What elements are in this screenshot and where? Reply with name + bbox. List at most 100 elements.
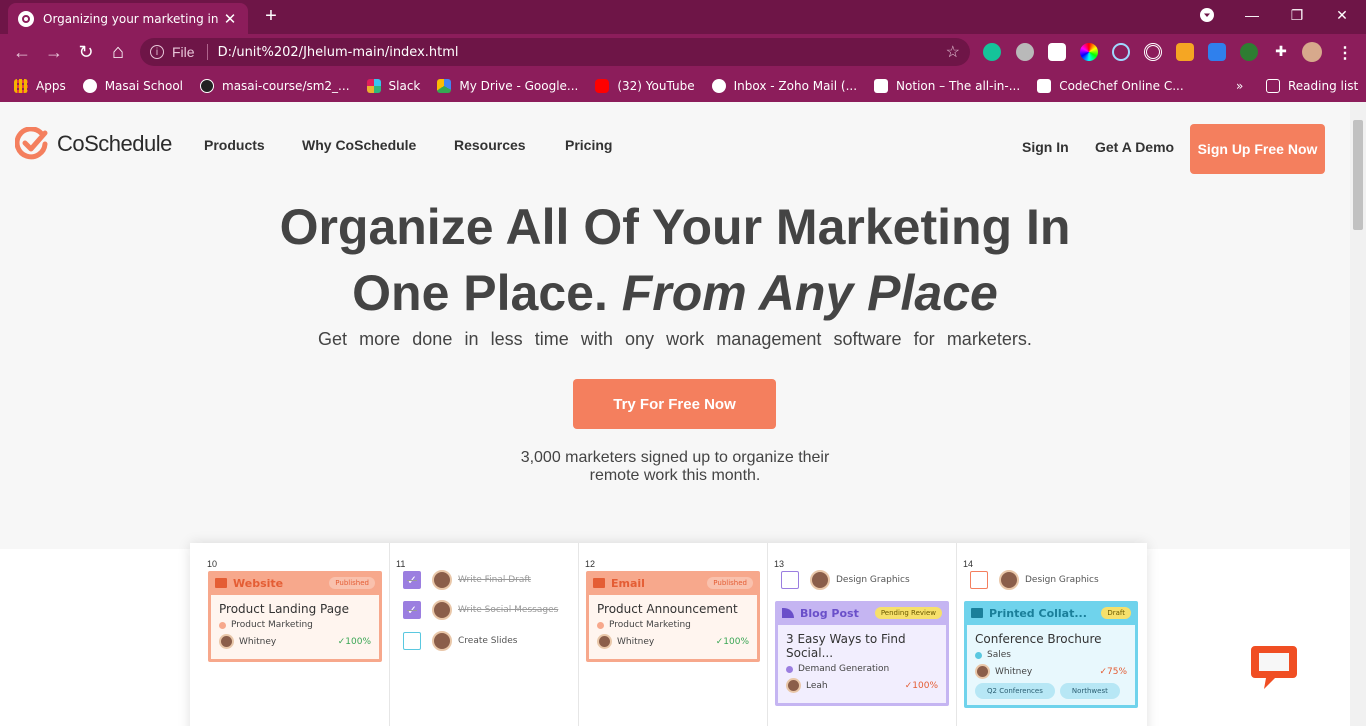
bookmark-label: My Drive - Google... [459,79,579,93]
scrollbar-thumb[interactable] [1353,120,1363,230]
close-window-button[interactable]: ✕ [1322,0,1362,30]
subtitle-word: marketers. [946,329,1032,349]
subtitle-word: time [534,329,569,349]
day-number: 12 [585,559,596,569]
home-button[interactable]: ⌂ [103,41,133,64]
react-devtools-icon[interactable] [1112,43,1130,61]
bookmark-youtube[interactable]: (32) YouTube [595,79,695,93]
task-label: Design Graphics [1025,575,1099,585]
calendar-day-column: 11 ✓ Write Final Draft ✓ Write Social Mess… [390,543,579,726]
page-scrollbar[interactable] [1350,102,1366,726]
unchecked-checkbox-icon[interactable] [403,632,421,650]
grammarly-extension-icon[interactable] [983,43,1001,61]
nav-pricing[interactable]: Pricing [565,137,612,153]
subtitle-word: with [580,329,613,349]
task-label: Write Final Draft [458,575,531,585]
omnibox[interactable]: i File D:/unit%202/Jhelum-main/index.htm… [140,38,970,66]
coschedule-logo[interactable]: CoSchedule [15,127,172,161]
day-number: 11 [396,559,406,569]
text-extension-icon[interactable] [1048,43,1066,61]
tag-label: Product Marketing [609,620,691,630]
task-item[interactable]: ✓ Write Social Messages [403,600,558,620]
subtitle-word: for [913,329,935,349]
reading-list-button[interactable]: Reading list [1266,79,1358,93]
email-card[interactable]: Email Published Product Announcement Pro… [586,571,760,662]
checked-checkbox-icon[interactable]: ✓ [403,601,421,619]
bookmark-notion[interactable]: Notion – The all-in-... [874,79,1020,93]
bookmark-slack[interactable]: Slack [366,79,420,93]
subtitle-word: in [464,329,479,349]
task-item[interactable]: Design Graphics [970,570,1099,590]
task-item[interactable]: Design Graphics [781,570,910,590]
new-tab-button[interactable]: + [260,5,282,28]
website-card[interactable]: Website Published Product Landing Page P… [208,571,382,662]
chat-bubble-icon[interactable] [1249,643,1299,691]
extension-icon[interactable] [1016,43,1034,61]
download-extension-icon[interactable] [1208,43,1226,61]
url-text[interactable]: D:/unit%202/Jhelum-main/index.html [218,45,946,60]
progress-label: ✓100% [337,636,371,647]
site-header: CoSchedule Products Why CoSchedule Resou… [0,102,1350,192]
card-header: Blog Post Pending Review [775,601,949,625]
blog-post-card[interactable]: Blog Post Pending Review 3 Easy Ways to … [775,601,949,706]
calendar-day-column: 13 Design Graphics Blog Post Pending Rev… [768,543,957,726]
calendar-day-column: 12 Email Published Product Announcement … [579,543,768,726]
file-scheme-label: File [172,44,195,60]
back-button[interactable]: ← [7,42,37,63]
checked-checkbox-icon[interactable]: ✓ [403,571,421,589]
youtube-icon [595,79,610,93]
card-chips: Q2 Conferences Northwest [975,683,1127,699]
hero-line-2: One Place. From Any Place [0,260,1350,326]
site-info-icon[interactable]: i [150,45,164,59]
restore-button[interactable]: ❐ [1277,0,1317,30]
unchecked-checkbox-icon[interactable] [781,571,799,589]
github-icon [200,79,215,93]
bookmark-star-icon[interactable]: ☆ [946,42,960,62]
sign-up-button[interactable]: Sign Up Free Now [1190,124,1325,174]
extensions-puzzle-icon[interactable]: ✚ [1272,43,1290,61]
bookmarks-overflow-button[interactable]: » [1236,79,1243,93]
profile-avatar[interactable] [1302,42,1322,62]
bookmark-codechef[interactable]: CodeChef Online C... [1037,79,1184,93]
nav-resources[interactable]: Resources [454,137,526,153]
avatar [999,570,1019,590]
try-free-button[interactable]: Try For Free Now [573,379,776,429]
bookmark-masai-school[interactable]: Masai School [82,79,183,93]
status-badge: Published [707,577,753,589]
task-item[interactable]: Create Slides [403,631,517,651]
unchecked-checkbox-icon[interactable] [970,571,988,589]
sign-in-link[interactable]: Sign In [1022,139,1069,155]
get-demo-link[interactable]: Get A Demo [1095,139,1174,155]
task-label: Write Social Messages [458,605,559,615]
color-picker-extension-icon[interactable] [1080,43,1098,61]
forward-button[interactable]: → [39,42,69,63]
extension-badge-icon[interactable] [1176,43,1194,61]
coschedule-logo-icon [15,127,48,160]
bookmark-apps[interactable]: Apps [14,79,66,93]
day-number: 14 [963,559,974,569]
task-item[interactable]: ✓ Write Final Draft [403,570,531,590]
browser-menu-icon[interactable]: ⋮ [1336,43,1354,62]
bookmark-zoho-mail[interactable]: Inbox - Zoho Mail (... [711,79,857,93]
browser-tab-active[interactable]: Organizing your marketing in one ✕ [8,3,248,34]
nav-why-coschedule[interactable]: Why CoSchedule [302,137,416,153]
bookmark-google-drive[interactable]: My Drive - Google... [437,79,578,93]
card-owner: Leah ✓100% [786,678,938,693]
website-icon [215,578,227,588]
tab-search-icon[interactable] [1187,0,1227,30]
bookmark-github[interactable]: masai-course/sm2_... [200,79,350,93]
reload-button[interactable]: ↻ [71,42,101,63]
close-tab-icon[interactable]: ✕ [222,10,238,28]
card-title: Product Landing Page [219,602,350,616]
subtitle-word: done [412,329,453,349]
printed-collateral-card[interactable]: Printed Collat... Draft Conference Broch… [964,601,1138,708]
target-extension-icon[interactable] [1144,43,1162,61]
bookmarks-bar: Apps Masai School masai-course/sm2_... S… [0,70,1366,102]
social-proof-text: 3,000 marketers signed up to organize th… [475,449,875,485]
card-header: Website Published [208,571,382,595]
green-extension-icon[interactable] [1240,43,1258,61]
minimize-button[interactable]: — [1232,0,1272,30]
chip: Northwest [1059,683,1120,699]
social-proof-line-1: 3,000 marketers signed up to organize th… [520,449,830,466]
nav-products[interactable]: Products [204,137,265,153]
